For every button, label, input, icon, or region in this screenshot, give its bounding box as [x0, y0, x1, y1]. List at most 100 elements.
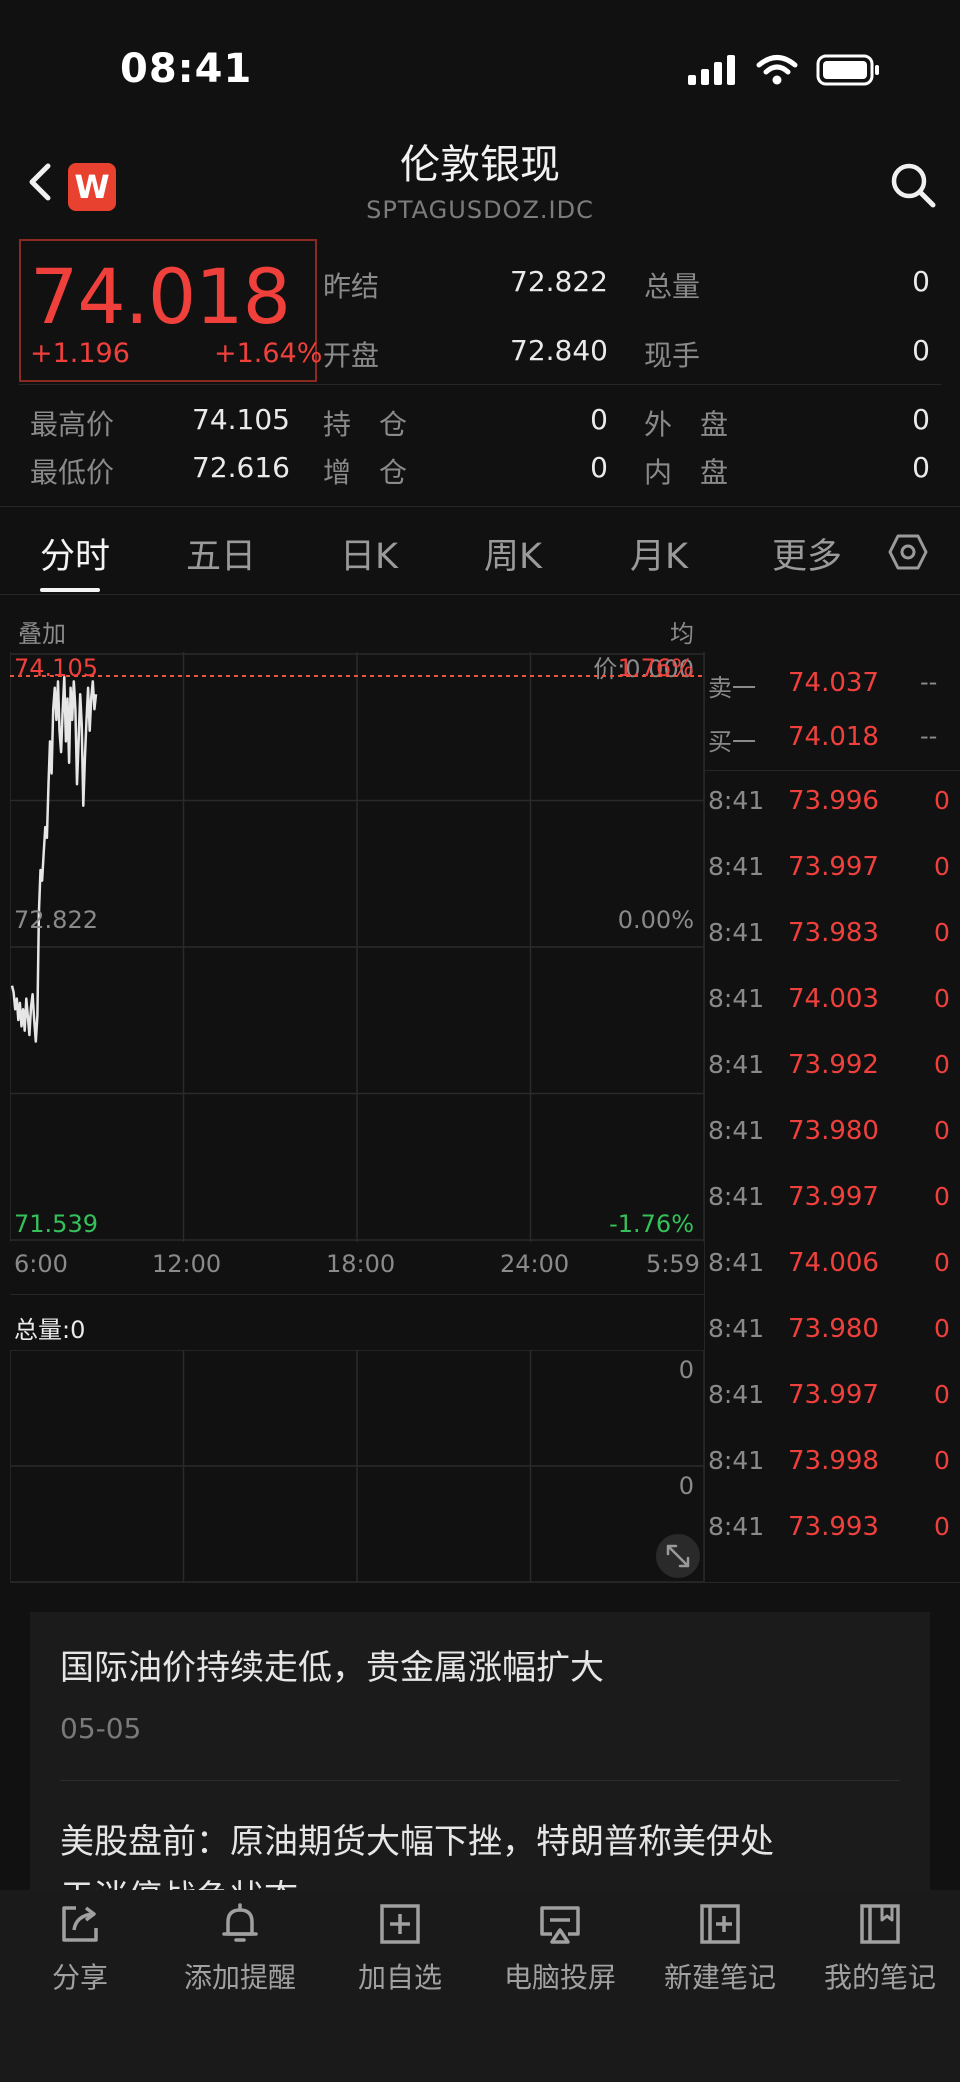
- stat-label-oi-change: 增 仓: [323, 456, 408, 489]
- trade-price: 73.993: [788, 1512, 879, 1542]
- trade-time: 8:41: [708, 786, 765, 815]
- news-item-2-title-line2[interactable]: 于消停战争状态: [60, 1870, 298, 1892]
- last-price: 74.018: [30, 252, 291, 341]
- trade-price: 74.006: [788, 1248, 879, 1278]
- trade-time: 8:41: [708, 1380, 765, 1409]
- battery-icon: [816, 54, 879, 86]
- volume-tick-mid: 0: [678, 1472, 694, 1500]
- trade-price: 73.998: [788, 1446, 879, 1476]
- ask-price: 74.037: [788, 668, 879, 698]
- stat-label-open-interest: 持 仓: [323, 408, 408, 441]
- add-alert-button[interactable]: 添加提醒: [160, 1900, 320, 1996]
- x-tick-4: 24:00: [500, 1250, 570, 1278]
- pct-label-bottom: -1.76%: [609, 1210, 694, 1238]
- trade-price: 73.992: [788, 1050, 879, 1080]
- tab-five-day[interactable]: 五日: [186, 528, 256, 579]
- expand-chart-button[interactable]: [656, 1534, 700, 1578]
- expand-icon: [666, 1544, 690, 1568]
- x-tick-1: 6:00: [14, 1250, 68, 1278]
- add-favorite-label: 加自选: [357, 1961, 442, 1994]
- tab-daily-k[interactable]: 日K: [340, 528, 398, 579]
- price-change: +1.196: [30, 338, 130, 369]
- gear-icon[interactable]: [888, 532, 928, 572]
- my-notes-icon: [860, 1904, 900, 1944]
- cast-screen-button[interactable]: 电脑投屏: [480, 1900, 640, 1996]
- add-favorite-button[interactable]: 加自选: [320, 1900, 480, 1996]
- cast-screen-icon: [540, 1906, 580, 1944]
- trade-price: 73.996: [788, 786, 879, 816]
- trade-volume: 0: [934, 1248, 950, 1277]
- trade-volume: 0: [934, 1446, 950, 1475]
- share-icon: [62, 1906, 98, 1942]
- tab-active-indicator: [40, 588, 100, 592]
- news-item-2-title[interactable]: 美股盘前：原油期货大幅下挫，特朗普称美伊处: [60, 1814, 774, 1863]
- tab-more[interactable]: 更多: [772, 528, 842, 579]
- stat-value-high: 74.105: [192, 403, 290, 436]
- stat-value-oi-change: 0: [590, 451, 608, 484]
- tab-weekly-k[interactable]: 周K: [484, 528, 542, 579]
- stat-value-prev-settle: 72.822: [510, 265, 608, 298]
- stat-label-prev-settle: 昨结: [323, 270, 380, 303]
- my-notes-button[interactable]: 我的笔记: [800, 1900, 960, 1996]
- add-alert-label: 添加提醒: [183, 1961, 296, 1994]
- price-series-line: [10, 675, 98, 1043]
- volume-total-label: 总量:0: [14, 1316, 86, 1344]
- tabs-divider: [0, 594, 960, 595]
- trade-volume: 0: [934, 984, 950, 1013]
- trade-time: 8:41: [708, 1248, 765, 1277]
- search-icon[interactable]: [888, 160, 938, 210]
- y-label-bottom: 71.539: [14, 1210, 98, 1238]
- bid-volume: --: [920, 722, 938, 750]
- trade-time: 8:41: [708, 1182, 765, 1211]
- stat-value-total-volume: 0: [912, 265, 930, 298]
- trade-price: 73.980: [788, 1314, 879, 1344]
- share-button[interactable]: 分享: [0, 1900, 160, 1996]
- new-note-button[interactable]: 新建笔记: [640, 1900, 800, 1996]
- stat-label-last-lots: 现手: [644, 339, 701, 372]
- page-title: 伦敦银现: [400, 142, 560, 188]
- share-label: 分享: [51, 1961, 108, 1994]
- stat-value-inner: 0: [912, 451, 930, 484]
- add-favorite-icon: [380, 1904, 420, 1944]
- trade-price: 73.997: [788, 1182, 879, 1212]
- status-time: 08:41: [120, 46, 253, 92]
- news-divider: [60, 1780, 900, 1781]
- news-item-1-title[interactable]: 国际油价持续走低，贵金属涨幅扩大: [60, 1640, 604, 1689]
- news-panel: 国际油价持续走低，贵金属涨幅扩大 05-05 美股盘前：原油期货大幅下挫，特朗普…: [30, 1612, 930, 1892]
- wifi-icon: [756, 55, 798, 85]
- pct-label-top: 1.76%: [617, 654, 694, 682]
- trade-price: 74.003: [788, 984, 879, 1014]
- chart-divider: [10, 1294, 704, 1295]
- section-divider: [0, 506, 960, 507]
- intraday-price-chart[interactable]: [10, 652, 704, 1242]
- overlay-label[interactable]: 叠加: [18, 614, 66, 649]
- chart-bottom-divider: [10, 1582, 960, 1583]
- stat-value-open: 72.840: [510, 334, 608, 367]
- price-change-pct: +1.64%: [214, 338, 323, 369]
- stats-divider: [19, 384, 941, 385]
- stat-label-open: 开盘: [323, 339, 380, 372]
- bid-label: 买一: [708, 728, 756, 756]
- bid-price: 74.018: [788, 722, 879, 752]
- stat-label-low: 最低价: [30, 456, 115, 489]
- cast-screen-label: 电脑投屏: [503, 1961, 616, 1994]
- news-item-1-date: 05-05: [60, 1712, 142, 1745]
- tab-monthly-k[interactable]: 月K: [630, 528, 688, 579]
- y-label-mid: 72.822: [14, 906, 98, 934]
- stat-label-high: 最高价: [30, 408, 115, 441]
- tab-intraday[interactable]: 分时: [40, 528, 110, 579]
- price-chart-grid: [10, 652, 704, 1242]
- trade-time: 8:41: [708, 1050, 765, 1079]
- status-icons: [688, 52, 880, 88]
- stat-label-total-volume: 总量: [644, 270, 701, 303]
- x-tick-5: 5:59: [646, 1250, 700, 1278]
- trade-time: 8:41: [708, 1446, 765, 1475]
- trade-time: 8:41: [708, 984, 765, 1013]
- stat-value-last-lots: 0: [912, 334, 930, 367]
- pct-label-mid: 0.00%: [617, 906, 694, 934]
- x-tick-2: 12:00: [152, 1250, 222, 1278]
- stat-label-outer: 外 盘: [644, 408, 729, 441]
- ask-volume: --: [920, 668, 938, 696]
- trade-volume: 0: [934, 786, 950, 815]
- trade-volume: 0: [934, 1182, 950, 1211]
